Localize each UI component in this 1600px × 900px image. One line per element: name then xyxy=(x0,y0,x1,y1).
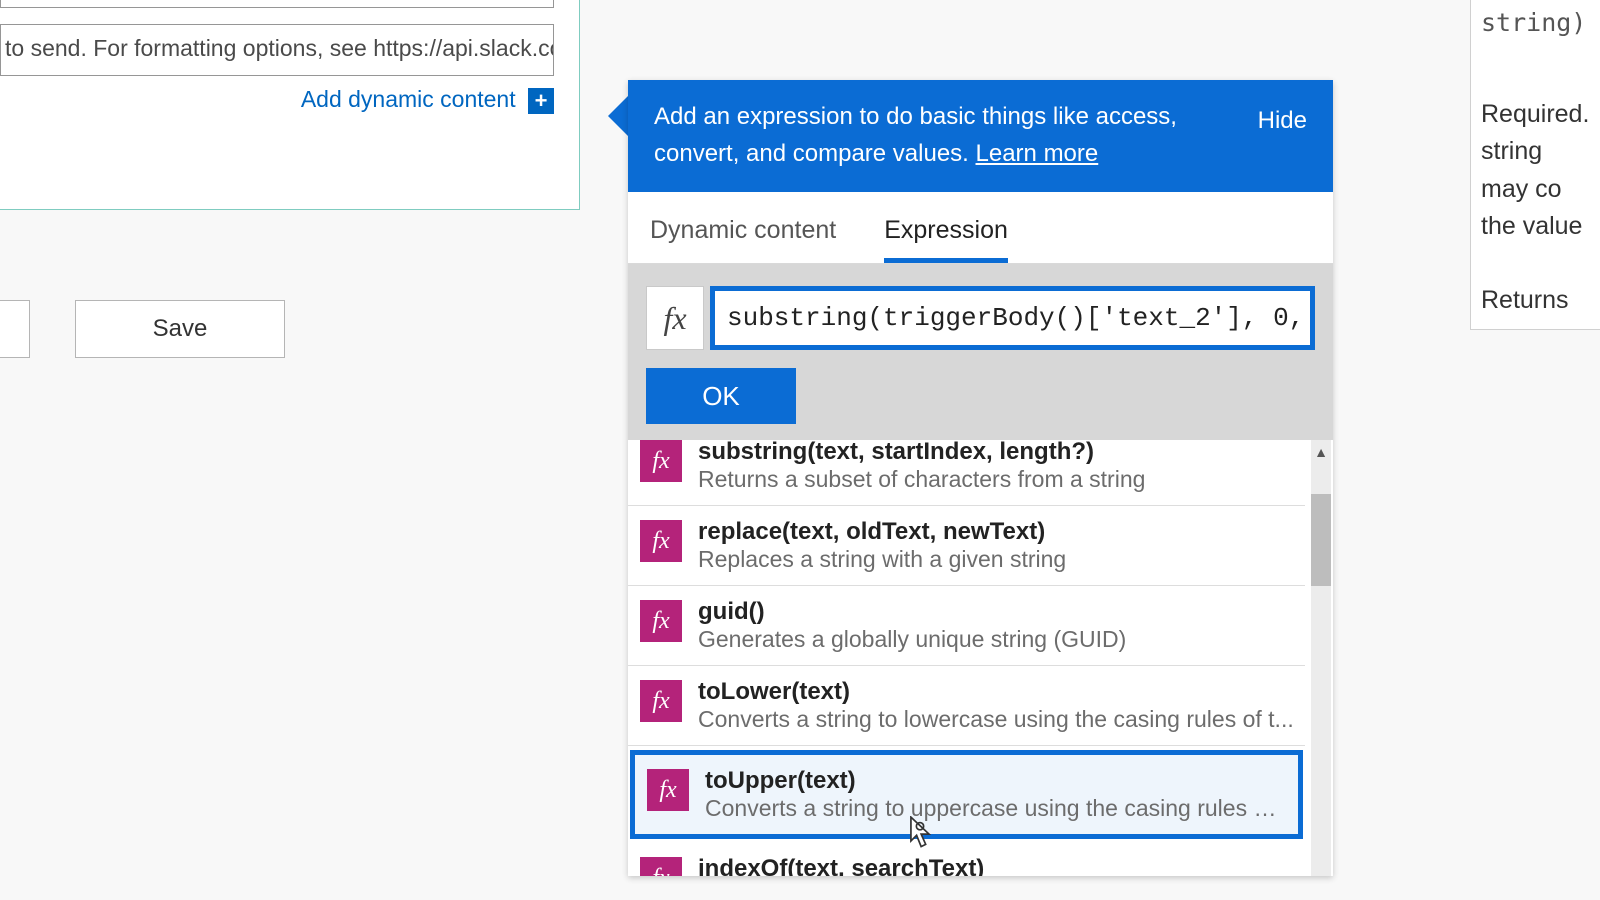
fn-item-tolower[interactable]: fx toLower(text) Converts a string to lo… xyxy=(628,666,1305,746)
hide-link[interactable]: Hide xyxy=(1258,98,1307,139)
fn-name: toUpper(text) xyxy=(705,767,1288,795)
panel-header-desc: Add an expression to do basic things lik… xyxy=(654,103,1177,167)
fn-name: guid() xyxy=(698,598,1295,626)
fn-name: substring(text, startIndex, length?) xyxy=(698,440,1295,466)
fn-item-replace[interactable]: fx replace(text, oldText, newText) Repla… xyxy=(628,506,1305,586)
ok-row: OK xyxy=(628,360,1333,440)
expression-panel: Add an expression to do basic things lik… xyxy=(628,80,1333,876)
scroll-up-icon[interactable]: ▲ xyxy=(1311,442,1331,462)
fn-name: replace(text, oldText, newText) xyxy=(698,518,1295,546)
fn-name: toLower(text) xyxy=(698,678,1295,706)
learn-more-link[interactable]: Learn more xyxy=(976,140,1099,167)
plus-icon: + xyxy=(528,88,554,114)
tab-expression[interactable]: Expression xyxy=(884,216,1008,263)
side-line1: Required. xyxy=(1481,96,1594,134)
input-outline-top xyxy=(0,0,554,8)
scrollbar-thumb[interactable] xyxy=(1311,494,1331,586)
fx-icon: fx xyxy=(640,520,682,562)
fn-desc: Generates a globally unique string (GUID… xyxy=(698,626,1295,653)
message-input[interactable]: to send. For formatting options, see htt… xyxy=(0,24,554,76)
fn-item-guid[interactable]: fx guid() Generates a globally unique st… xyxy=(628,586,1305,666)
fn-desc: Replaces a string with a given string xyxy=(698,546,1295,573)
fn-name: indexOf(text, searchText) xyxy=(698,855,1295,876)
side-line4: the value xyxy=(1481,208,1594,246)
tabs: Dynamic content Expression xyxy=(628,192,1333,264)
fx-icon: fx xyxy=(640,600,682,642)
hidden-button[interactable] xyxy=(0,300,30,358)
save-button[interactable]: Save xyxy=(75,300,285,358)
side-line3: may co xyxy=(1481,171,1594,209)
panel-header-text: Add an expression to do basic things lik… xyxy=(654,98,1214,172)
fx-icon: fx xyxy=(647,769,689,811)
fn-desc: Converts a string to lowercase using the… xyxy=(698,706,1295,733)
expression-input-wrap xyxy=(710,286,1315,350)
add-dynamic-content-link[interactable]: Add dynamic content + xyxy=(0,86,554,114)
tab-dynamic-content[interactable]: Dynamic content xyxy=(650,216,836,263)
side-line2: string xyxy=(1481,133,1594,171)
ok-button[interactable]: OK xyxy=(646,368,796,424)
fn-item-toupper[interactable]: fx toUpper(text) Converts a string to up… xyxy=(630,750,1303,839)
function-list: fx substring(text, startIndex, length?) … xyxy=(628,440,1333,876)
action-card: to send. For formatting options, see htt… xyxy=(0,0,580,210)
panel-header: Add an expression to do basic things lik… xyxy=(628,80,1333,192)
fx-icon: fx xyxy=(646,286,704,350)
save-button-label: Save xyxy=(153,315,208,343)
side-description-panel: string) Required. string may co the valu… xyxy=(1470,0,1600,330)
fn-desc: Converts a string to uppercase using the… xyxy=(705,795,1288,822)
fn-desc: Returns a subset of characters from a st… xyxy=(698,466,1295,493)
side-returns: Returns xyxy=(1481,282,1594,320)
fx-icon: fx xyxy=(640,680,682,722)
fx-icon: fx xyxy=(640,440,682,482)
fn-item-substring[interactable]: fx substring(text, startIndex, length?) … xyxy=(628,440,1305,506)
flyout-pointer xyxy=(608,94,630,138)
expression-input[interactable] xyxy=(727,303,1298,333)
side-top-mono: string) xyxy=(1481,4,1594,42)
expression-input-row: fx xyxy=(628,264,1333,360)
add-dynamic-content-label: Add dynamic content xyxy=(301,86,516,112)
fx-icon: fx xyxy=(640,857,682,876)
fn-item-indexof[interactable]: fx indexOf(text, searchText) xyxy=(628,843,1305,876)
